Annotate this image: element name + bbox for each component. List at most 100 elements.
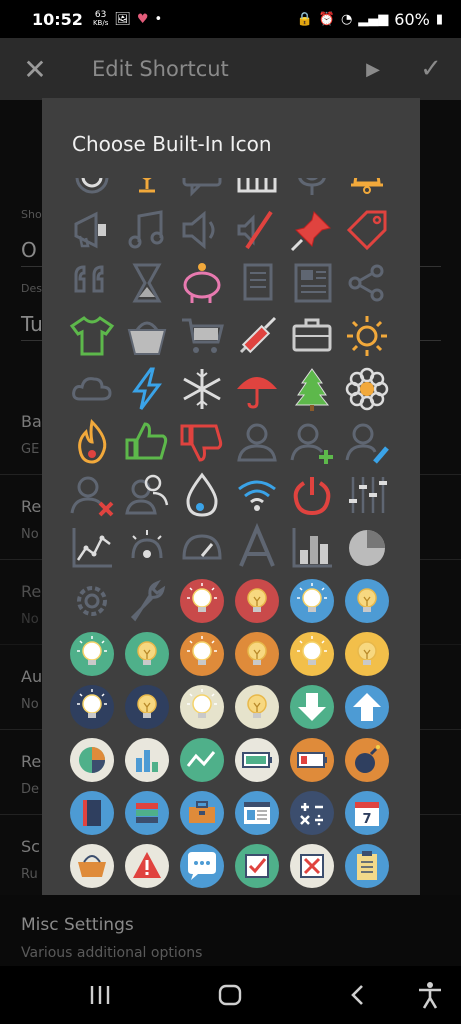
wifi-icon[interactable] [233, 471, 281, 519]
bulb-on-navy-icon[interactable] [68, 683, 116, 731]
flower-icon[interactable] [343, 365, 391, 413]
name-field[interactable]: O [21, 238, 37, 262]
hourglass-icon[interactable] [123, 259, 171, 307]
shirt-icon[interactable] [68, 312, 116, 360]
share-icon[interactable] [343, 259, 391, 307]
wrench-icon[interactable] [123, 577, 171, 625]
bar-chart-circle-icon[interactable] [123, 736, 171, 784]
user-add-icon[interactable] [288, 418, 336, 466]
close-icon[interactable]: ✕ [0, 53, 70, 86]
bulb-on-teal-icon[interactable] [68, 630, 116, 678]
bulb-off-red-icon[interactable] [233, 577, 281, 625]
user-edit-icon[interactable] [343, 418, 391, 466]
bulb-on-yellow-icon[interactable] [288, 630, 336, 678]
browser-window-icon[interactable] [233, 789, 281, 837]
settings-gear-icon[interactable] [68, 577, 116, 625]
line-chart-circle-icon[interactable] [178, 736, 226, 784]
pie-chart-circle-icon[interactable] [68, 736, 116, 784]
umbrella-icon[interactable] [233, 365, 281, 413]
thumbs-up-icon[interactable] [123, 418, 171, 466]
home-icon[interactable] [210, 978, 250, 1012]
users-icon[interactable] [123, 471, 171, 519]
status-time: 10:52 [32, 9, 83, 29]
bulb-off-orange-icon[interactable] [233, 630, 281, 678]
books-icon[interactable] [123, 789, 171, 837]
basket-icon[interactable] [123, 312, 171, 360]
bulb-off-teal-icon[interactable] [123, 630, 171, 678]
bell-icon[interactable] [343, 178, 391, 201]
bulb-off-blue-icon[interactable] [343, 577, 391, 625]
accessibility-icon[interactable] [410, 978, 450, 1012]
bulb-off-navy-icon[interactable] [123, 683, 171, 731]
bulb-on-cream-icon[interactable] [178, 683, 226, 731]
toolbox-icon[interactable] [178, 789, 226, 837]
newspaper-icon[interactable] [288, 259, 336, 307]
clipboard-icon[interactable] [343, 842, 391, 890]
bulb-off-cream-icon[interactable] [233, 683, 281, 731]
calendar-icon[interactable]: 7 [343, 789, 391, 837]
water-drop-icon[interactable] [178, 471, 226, 519]
snowflake-icon[interactable] [178, 365, 226, 413]
megaphone-icon[interactable] [68, 206, 116, 254]
power-icon[interactable] [288, 471, 336, 519]
icon-grid-scroll[interactable]: 7 [42, 178, 420, 895]
shopping-basket-icon[interactable] [68, 842, 116, 890]
line-chart-icon[interactable] [68, 524, 116, 572]
syringe-icon[interactable] [233, 312, 281, 360]
sun-icon[interactable] [343, 312, 391, 360]
misc-settings-row[interactable]: Misc Settings Various additional options [0, 895, 461, 970]
calculator-icon[interactable] [288, 789, 336, 837]
cloud-icon[interactable] [68, 365, 116, 413]
fire-icon[interactable] [68, 418, 116, 466]
thumbs-down-icon[interactable] [178, 418, 226, 466]
battery-full-icon[interactable] [233, 736, 281, 784]
bulb-on-red-icon[interactable] [178, 577, 226, 625]
quote-icon[interactable] [68, 259, 116, 307]
trophy-icon[interactable] [123, 178, 171, 201]
check-icon[interactable]: ✓ [401, 54, 461, 84]
row-subtitle: No [21, 697, 39, 712]
tree-icon[interactable] [288, 365, 336, 413]
speech-bubble-icon[interactable] [178, 842, 226, 890]
user-remove-icon[interactable] [68, 471, 116, 519]
bomb-icon[interactable] [343, 736, 391, 784]
piano-icon[interactable] [233, 178, 281, 201]
gauge-icon[interactable] [178, 524, 226, 572]
wifi-status-icon: ◔ [340, 11, 353, 27]
lightning-icon[interactable] [123, 365, 171, 413]
user-icon[interactable] [233, 418, 281, 466]
bar-chart-icon[interactable] [288, 524, 336, 572]
pie-chart-icon[interactable] [343, 524, 391, 572]
notebook-icon[interactable] [68, 789, 116, 837]
bulb-on-orange-icon[interactable] [178, 630, 226, 678]
warning-icon[interactable] [123, 842, 171, 890]
microphone-icon[interactable] [288, 178, 336, 201]
record-icon[interactable] [68, 178, 116, 201]
piggy-bank-icon[interactable] [178, 259, 226, 307]
bulb-on-blue-icon[interactable] [288, 577, 336, 625]
battery-low-icon[interactable] [288, 736, 336, 784]
speaker-icon[interactable] [178, 206, 226, 254]
net-speed: 63 KB/s [93, 11, 108, 28]
font-icon[interactable] [233, 522, 281, 572]
tag-icon[interactable] [343, 206, 391, 254]
cart-icon[interactable] [178, 312, 226, 360]
dimmer-icon[interactable] [123, 524, 171, 572]
upload-icon[interactable] [343, 683, 391, 731]
row-subtitle: Ru [21, 867, 38, 882]
play-icon[interactable]: ▶ [345, 59, 401, 80]
back-icon[interactable] [338, 978, 378, 1012]
scroll-icon[interactable] [233, 259, 281, 307]
bulb-off-yellow-icon[interactable] [343, 630, 391, 678]
mute-icon[interactable] [233, 206, 281, 254]
description-field[interactable]: Tu [21, 312, 43, 336]
checkbox-crossed-icon[interactable] [288, 842, 336, 890]
checkbox-checked-icon[interactable] [233, 842, 281, 890]
pin-icon[interactable] [288, 206, 336, 254]
music-note-icon[interactable] [123, 206, 171, 254]
download-icon[interactable] [288, 683, 336, 731]
recents-icon[interactable] [80, 978, 120, 1012]
chat-bubble-icon[interactable] [178, 178, 226, 201]
equalizer-icon[interactable] [343, 471, 391, 519]
briefcase-icon[interactable] [288, 312, 336, 360]
